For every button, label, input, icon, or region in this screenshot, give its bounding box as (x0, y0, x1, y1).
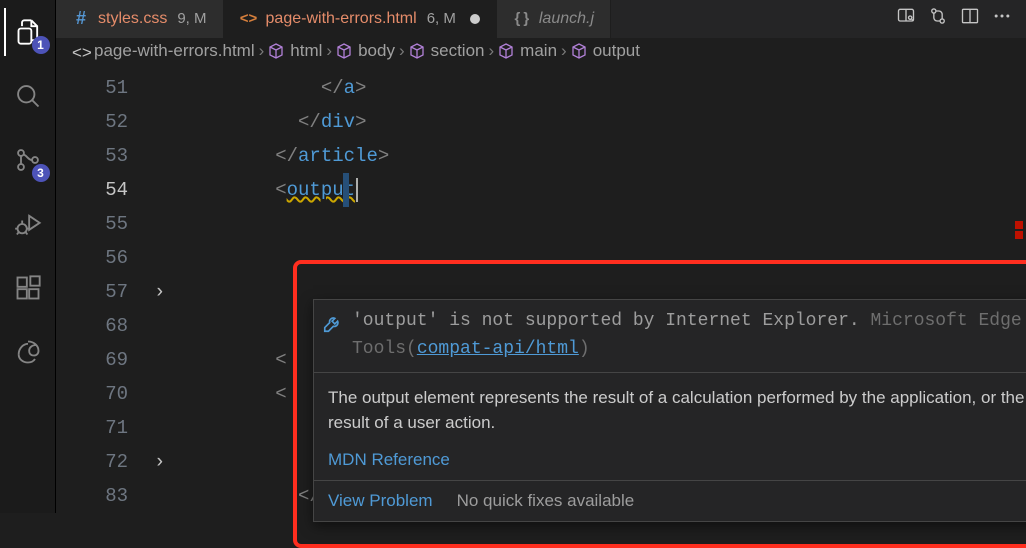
json-file-icon: { } (513, 10, 531, 28)
breadcrumb[interactable]: <> page-with-errors.html › html › body ›… (56, 38, 1026, 65)
symbol-icon (268, 43, 284, 59)
symbol-icon (409, 43, 425, 59)
explorer-icon[interactable]: 1 (4, 8, 52, 56)
tab-label: styles.css (98, 10, 167, 28)
chevron-right-icon: › (561, 41, 567, 61)
no-quick-fix-label: No quick fixes available (457, 491, 635, 511)
tab-launch-json[interactable]: { } launch.j (497, 0, 611, 38)
hover-diagnostic-message: 'output' is not supported by Internet Ex… (352, 311, 860, 331)
breadcrumb-item: main (520, 41, 557, 61)
fold-icon[interactable]: › (154, 275, 184, 309)
hover-description: The output element represents the result… (314, 375, 1026, 446)
tab-styles-css[interactable]: # styles.css 9, M (56, 0, 224, 38)
open-preview-icon[interactable] (896, 6, 916, 31)
breadcrumb-item: output (593, 41, 640, 61)
symbol-icon (336, 43, 352, 59)
tab-page-with-errors[interactable]: <> page-with-errors.html 6, M (224, 0, 497, 38)
html-file-icon: <> (240, 10, 258, 28)
text-cursor (356, 178, 358, 202)
mdn-reference-link[interactable]: MDN Reference (328, 450, 450, 469)
breadcrumb-file: page-with-errors.html (94, 41, 255, 61)
tab-git-status: 9, M (177, 10, 206, 27)
quickfix-icon[interactable] (322, 312, 344, 334)
tab-bar: # styles.css 9, M <> page-with-errors.ht… (56, 0, 1026, 38)
explorer-badge: 1 (32, 36, 50, 54)
diagnostic-code-link[interactable]: compat-api/html (417, 339, 579, 359)
symbol-icon (498, 43, 514, 59)
breadcrumb-item: body (358, 41, 395, 61)
line-number-gutter: 51 52 53 54 55 56 57 68 69 70 71 72 83 (56, 65, 154, 513)
split-editor-icon[interactable] (960, 6, 980, 31)
editor-actions (882, 0, 1026, 38)
view-problem-link[interactable]: View Problem (328, 491, 433, 511)
html-file-icon: <> (72, 43, 88, 59)
hover-tooltip: 'output' is not supported by Internet Ex… (313, 299, 1026, 522)
run-debug-icon[interactable] (4, 200, 52, 248)
css-file-icon: # (72, 10, 90, 28)
open-changes-icon[interactable] (928, 6, 948, 31)
breadcrumb-item: html (290, 41, 322, 61)
dirty-indicator-icon (470, 14, 480, 24)
search-icon[interactable] (4, 72, 52, 120)
source-control-icon[interactable]: 3 (4, 136, 52, 184)
symbol-icon (571, 43, 587, 59)
extensions-icon[interactable] (4, 264, 52, 312)
tab-label: page-with-errors.html (266, 10, 417, 28)
code-editor[interactable]: 51 52 53 54 55 56 57 68 69 70 71 72 83 ›… (56, 65, 1026, 513)
chevron-right-icon: › (399, 41, 405, 61)
chevron-right-icon: › (489, 41, 495, 61)
fold-gutter: › › (154, 65, 184, 513)
chevron-right-icon: › (326, 41, 332, 61)
edge-tools-icon[interactable] (4, 328, 52, 376)
fold-icon[interactable]: › (154, 445, 184, 479)
tab-git-status: 6, M (427, 10, 456, 27)
breadcrumb-item: section (431, 41, 485, 61)
activity-bar: 1 3 (0, 0, 56, 513)
tab-label: launch.j (539, 10, 594, 28)
chevron-right-icon: › (259, 41, 265, 61)
more-actions-icon[interactable] (992, 6, 1012, 31)
scm-badge: 3 (32, 164, 50, 182)
editor-group: # styles.css 9, M <> page-with-errors.ht… (56, 0, 1026, 513)
